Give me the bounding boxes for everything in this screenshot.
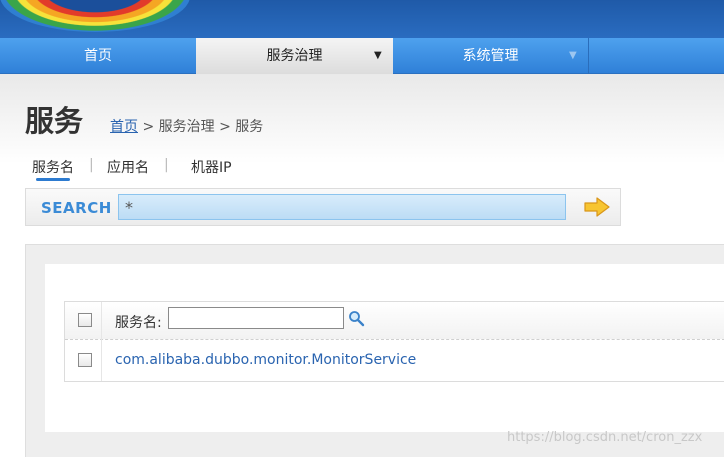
tab-service-name[interactable]: 服务名: [32, 157, 74, 177]
nav-item-label: 系统管理: [462, 48, 519, 64]
breadcrumb-separator: >: [219, 119, 231, 135]
logo: [0, 0, 190, 32]
tab-machine-ip[interactable]: 机器IP: [191, 157, 232, 177]
select-all-checkbox[interactable]: [78, 313, 92, 327]
magnifier-icon[interactable]: [348, 310, 365, 327]
watermark: https://blog.csdn.net/cron_zzx: [507, 430, 703, 445]
row-checkbox[interactable]: [78, 353, 92, 367]
dropdown-arrow-icon: ▼: [569, 50, 577, 61]
column-divider: [101, 302, 102, 381]
tab-application-name[interactable]: 应用名: [107, 157, 149, 177]
nav-item-label: 服务治理: [266, 48, 323, 64]
arrow-right-icon[interactable]: [584, 197, 610, 217]
tab-separator: |: [89, 157, 94, 173]
service-filter-input[interactable]: [168, 307, 344, 329]
breadcrumb-separator: >: [142, 119, 155, 135]
column-header-service-name: 服务名:: [115, 315, 162, 331]
search-input[interactable]: [118, 194, 566, 220]
breadcrumb-item: 服务治理: [158, 119, 215, 135]
breadcrumb-home-link[interactable]: 首页: [110, 119, 138, 135]
nav-item-system-management[interactable]: 系统管理 ▼: [393, 38, 589, 74]
service-link[interactable]: com.alibaba.dubbo.monitor.MonitorService: [115, 352, 416, 368]
services-table: 服务名: com.alibaba.dubbo.monitor.MonitorSe…: [64, 301, 724, 382]
search-bar: SEARCH: [25, 188, 621, 226]
header-area: [0, 74, 724, 164]
dropdown-arrow-icon: ▼: [374, 50, 382, 61]
table-header: 服务名:: [65, 302, 724, 340]
tab-separator: |: [164, 157, 169, 173]
main-nav: 首页 服务治理 ▼ 系统管理 ▼: [0, 38, 724, 74]
top-banner: [0, 0, 724, 38]
breadcrumb-current: 服务: [235, 119, 264, 135]
page-title: 服务: [25, 104, 84, 138]
breadcrumb: 首页 > 服务治理 > 服务: [110, 116, 263, 136]
nav-item-label: 首页: [84, 48, 112, 64]
nav-item-service-governance[interactable]: 服务治理 ▼: [196, 38, 393, 74]
nav-item-home[interactable]: 首页: [0, 38, 196, 74]
search-label: SEARCH: [41, 199, 112, 217]
active-tab-indicator: [36, 178, 70, 181]
